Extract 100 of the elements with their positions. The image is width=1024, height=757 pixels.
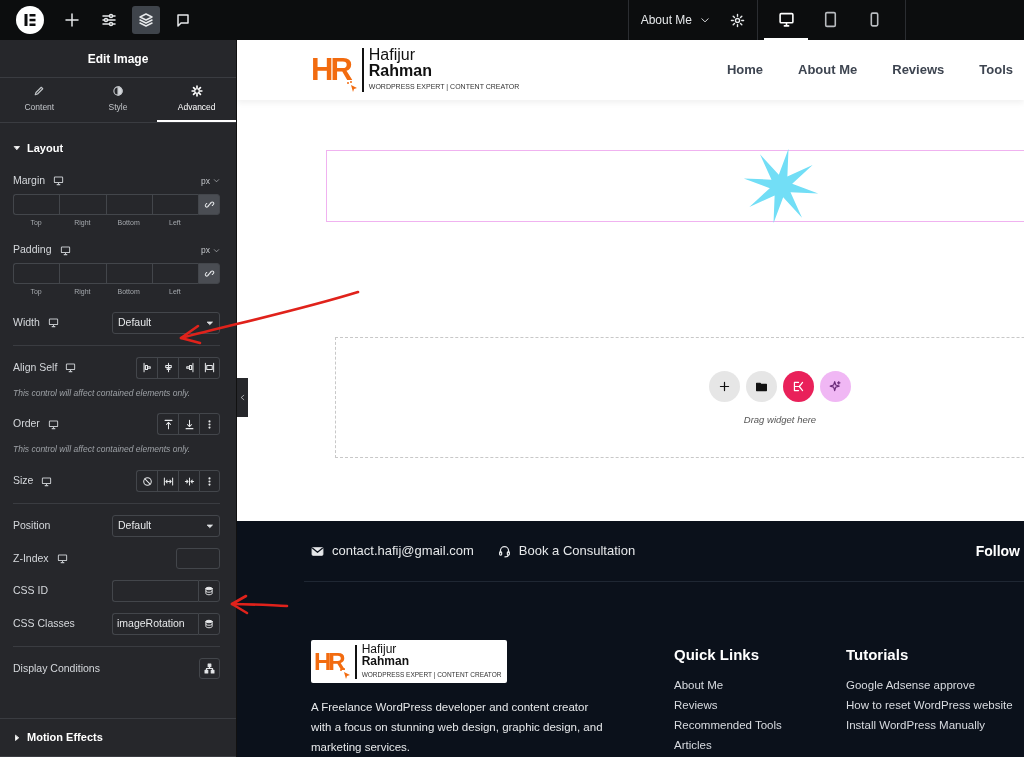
database-icon bbox=[204, 619, 214, 629]
nav-link[interactable]: Reviews bbox=[892, 60, 945, 80]
more-button[interactable] bbox=[199, 413, 220, 436]
align-start-icon bbox=[141, 362, 153, 373]
settings-button[interactable] bbox=[730, 12, 745, 28]
link-values-button[interactable] bbox=[198, 193, 220, 215]
template-button[interactable] bbox=[746, 371, 777, 402]
chevron-down-icon bbox=[700, 15, 710, 25]
number-field[interactable] bbox=[176, 548, 220, 569]
pencil-icon bbox=[33, 84, 46, 97]
move-bottom-icon bbox=[183, 418, 195, 430]
logo-mark: HR bbox=[311, 54, 350, 86]
logo-text: Rahman bbox=[361, 655, 410, 668]
align-stretch-button[interactable] bbox=[199, 356, 220, 379]
dimension-field[interactable] bbox=[13, 193, 60, 215]
envelope-icon bbox=[311, 544, 324, 558]
control-label: Display Conditions bbox=[13, 660, 100, 676]
dimension-field[interactable] bbox=[59, 193, 106, 215]
align-end-button[interactable] bbox=[178, 356, 199, 379]
ban-button[interactable] bbox=[136, 470, 157, 492]
elementor-logo-icon[interactable] bbox=[16, 6, 44, 34]
folder-icon bbox=[755, 380, 768, 393]
select-field[interactable]: Default bbox=[112, 311, 220, 334]
control-label: Size bbox=[13, 473, 34, 489]
expand-icon bbox=[162, 475, 174, 487]
caret-down-icon bbox=[206, 522, 214, 530]
footer-link[interactable]: Articles bbox=[674, 735, 846, 755]
caret-down-icon bbox=[206, 318, 214, 327]
nav-link[interactable]: About Me bbox=[798, 60, 858, 80]
shrink-icon bbox=[183, 475, 195, 487]
dimension-field[interactable] bbox=[105, 263, 152, 284]
kit-button[interactable] bbox=[783, 371, 814, 402]
select-field[interactable]: Default bbox=[112, 515, 220, 537]
column-heading: Tutorials bbox=[846, 646, 910, 664]
cursor-icon bbox=[345, 80, 358, 93]
footer-link[interactable]: Reviews bbox=[674, 695, 846, 715]
control-label: CSS ID bbox=[13, 583, 48, 599]
dimension-field[interactable] bbox=[13, 263, 60, 284]
logo-text: Rahman bbox=[368, 63, 433, 81]
text-field[interactable] bbox=[112, 580, 198, 602]
nav-link[interactable]: Tools bbox=[979, 60, 1013, 80]
footer-link[interactable]: Recommended Tools bbox=[674, 715, 846, 735]
text-field[interactable]: imageRotation bbox=[112, 613, 198, 635]
control-label: Width bbox=[13, 314, 40, 330]
chevron-down-icon bbox=[213, 246, 220, 254]
section-header[interactable]: Motion Effects bbox=[0, 719, 236, 756]
contact-link[interactable]: contact.hafij@gmail.com bbox=[332, 541, 474, 561]
logo-mark: HR bbox=[314, 649, 343, 674]
link-icon bbox=[203, 198, 215, 210]
column-heading: Quick Links bbox=[674, 646, 761, 664]
dynamic-tags-button[interactable] bbox=[198, 580, 220, 602]
move-top-button[interactable] bbox=[157, 413, 178, 436]
help-text: This control will affect contained elements only. bbox=[13, 386, 191, 400]
follow-heading: Follow bbox=[975, 541, 1020, 561]
dynamic-tags-button[interactable] bbox=[198, 613, 220, 635]
chevron-left-icon bbox=[239, 394, 246, 401]
panel-tab[interactable]: Style bbox=[78, 78, 158, 122]
align-center-button[interactable] bbox=[157, 356, 178, 379]
align-start-button[interactable] bbox=[136, 356, 157, 379]
panel-tab[interactable]: Content bbox=[0, 78, 79, 122]
contact-link[interactable]: Book a Consultation bbox=[518, 541, 636, 561]
conditions-button[interactable] bbox=[199, 658, 220, 679]
control-label: CSS Classes bbox=[13, 616, 75, 632]
nav-link[interactable]: Home bbox=[726, 60, 764, 80]
unit-dropdown[interactable]: px bbox=[201, 174, 220, 188]
caret-down-icon bbox=[13, 144, 21, 152]
dimension-field[interactable] bbox=[59, 263, 106, 284]
hint-text: Drag widget here bbox=[743, 413, 817, 427]
footer-link[interactable]: About Me bbox=[674, 675, 846, 695]
ai-button[interactable] bbox=[820, 371, 851, 402]
unit-dropdown[interactable]: px bbox=[201, 243, 220, 257]
settings-icon bbox=[190, 84, 203, 97]
control-label: Align Self bbox=[13, 359, 58, 375]
sparkle-icon bbox=[829, 380, 842, 393]
align-center-icon bbox=[162, 362, 174, 373]
align-end-icon bbox=[183, 362, 195, 373]
caret-right-icon bbox=[13, 733, 21, 742]
more-button[interactable] bbox=[199, 470, 220, 492]
shrink-button[interactable] bbox=[178, 470, 199, 492]
footer-link[interactable]: Google Adsense approve bbox=[846, 675, 1018, 695]
dimension-field[interactable] bbox=[105, 193, 152, 215]
help-text: This control will affect contained elements only. bbox=[13, 443, 191, 456]
expand-button[interactable] bbox=[157, 470, 178, 492]
footer-link[interactable]: How to reset WordPress website bbox=[846, 695, 1018, 715]
sitemap-icon bbox=[204, 663, 215, 674]
database-icon bbox=[204, 586, 214, 596]
link-icon bbox=[203, 268, 215, 279]
page-dropdown[interactable]: About Me bbox=[640, 11, 710, 29]
layers-icon bbox=[138, 12, 154, 28]
ban-icon bbox=[141, 475, 153, 487]
control-label: Padding bbox=[13, 242, 52, 258]
section-header[interactable]: Layout bbox=[0, 123, 236, 173]
footer-link[interactable]: Install WordPress Manually bbox=[846, 715, 1018, 735]
settings-icon bbox=[730, 12, 745, 28]
layers-button[interactable] bbox=[132, 6, 160, 34]
panel-title: Edit Image bbox=[0, 40, 236, 78]
link-values-button[interactable] bbox=[198, 263, 220, 284]
headset-icon bbox=[497, 544, 511, 558]
move-bottom-button[interactable] bbox=[178, 413, 199, 436]
move-top-icon bbox=[162, 418, 174, 430]
